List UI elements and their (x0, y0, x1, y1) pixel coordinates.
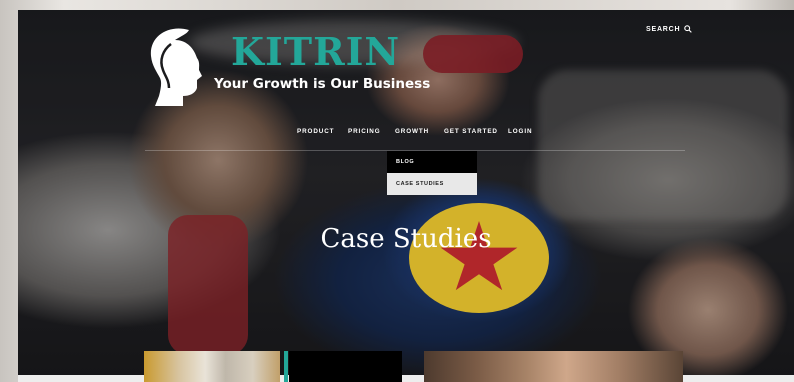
dropdown-item-case-studies[interactable]: CASE STUDIES (387, 173, 477, 195)
growth-dropdown-menu: BLOG CASE STUDIES (387, 151, 477, 195)
page-title: Case Studies (320, 224, 492, 254)
dropdown-item-blog[interactable]: BLOG (387, 151, 477, 173)
